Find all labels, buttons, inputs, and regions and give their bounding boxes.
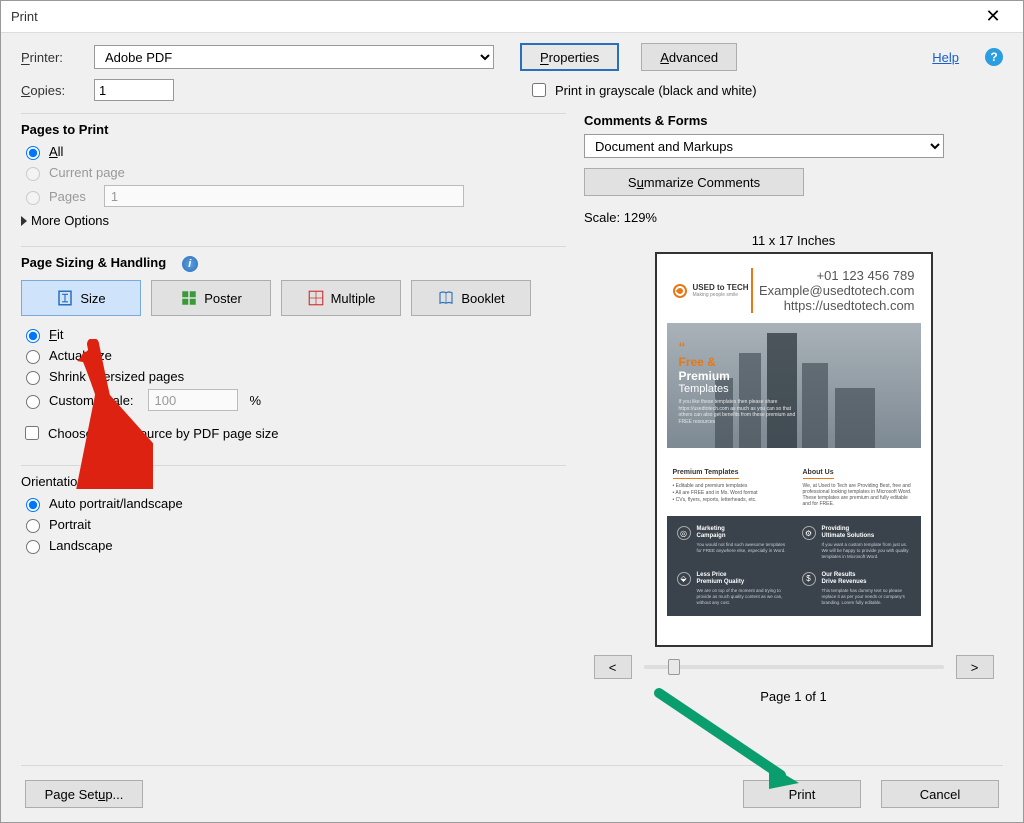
radio-shrink[interactable] bbox=[26, 371, 40, 385]
size-icon bbox=[56, 289, 74, 307]
radio-actual-label: Actual size bbox=[49, 348, 112, 363]
paper-source-label: Choose paper source by PDF page size bbox=[48, 426, 279, 441]
zoom-slider[interactable] bbox=[644, 665, 944, 669]
radio-pages bbox=[26, 191, 40, 205]
pages-input bbox=[104, 185, 464, 207]
copies-label: Copies: bbox=[21, 83, 86, 98]
radio-auto-label: Auto portrait/landscape bbox=[49, 496, 183, 511]
print-dialog: Print ✕ Printer: Adobe PDF Properties Ad… bbox=[0, 0, 1024, 823]
booklet-icon bbox=[437, 289, 455, 307]
radio-landscape-label: Landscape bbox=[49, 538, 113, 553]
help-icon[interactable]: ? bbox=[985, 48, 1003, 66]
cancel-button[interactable]: Cancel bbox=[881, 780, 999, 808]
logo-icon bbox=[673, 284, 687, 298]
booklet-button[interactable]: Booklet bbox=[411, 280, 531, 316]
close-icon[interactable]: ✕ bbox=[973, 6, 1013, 27]
comments-title: Comments & Forms bbox=[584, 113, 1003, 128]
contact-block: +01 123 456 789 Example@usedtotech.com h… bbox=[751, 268, 915, 313]
target-icon: ◎ bbox=[677, 526, 691, 540]
radio-landscape[interactable] bbox=[26, 540, 40, 554]
grayscale-checkbox[interactable] bbox=[532, 83, 546, 97]
multiple-button[interactable]: Multiple bbox=[281, 280, 401, 316]
prev-page-button[interactable]: < bbox=[594, 655, 632, 679]
gear-icon: ⚙ bbox=[802, 526, 816, 540]
print-button[interactable]: Print bbox=[743, 780, 861, 808]
print-preview: USED to TECH Making people smile +01 123… bbox=[655, 252, 933, 647]
info-icon[interactable]: i bbox=[182, 256, 198, 272]
size-button[interactable]: Size bbox=[21, 280, 141, 316]
chevron-right-icon bbox=[21, 216, 27, 226]
custom-scale-input bbox=[148, 389, 238, 411]
radio-fit-label: Fit bbox=[49, 327, 63, 342]
radio-shrink-label: Shrink oversized pages bbox=[49, 369, 184, 384]
radio-fit[interactable] bbox=[26, 329, 40, 343]
radio-pages-label: Pages bbox=[49, 189, 86, 204]
multiple-icon bbox=[307, 289, 325, 307]
radio-current bbox=[26, 167, 40, 181]
page-indicator: Page 1 of 1 bbox=[760, 689, 827, 704]
radio-portrait[interactable] bbox=[26, 519, 40, 533]
titlebar: Print ✕ bbox=[1, 1, 1023, 33]
more-options[interactable]: More Options bbox=[21, 213, 566, 228]
comments-select[interactable]: Document and Markups bbox=[584, 134, 944, 158]
printer-select[interactable]: Adobe PDF bbox=[94, 45, 494, 69]
radio-portrait-label: Portrait bbox=[49, 517, 91, 532]
radio-current-label: Current page bbox=[49, 165, 125, 180]
radio-actual[interactable] bbox=[26, 350, 40, 364]
radio-custom[interactable] bbox=[26, 395, 40, 409]
printer-label: Printer: bbox=[21, 50, 86, 65]
dollar-icon: $ bbox=[802, 572, 816, 586]
advanced-button[interactable]: Advanced bbox=[641, 43, 737, 71]
summarize-button[interactable]: Summarize Comments bbox=[584, 168, 804, 196]
tag-icon: ⬙ bbox=[677, 572, 691, 586]
window-title: Print bbox=[11, 9, 973, 24]
paper-source-checkbox[interactable] bbox=[25, 426, 39, 440]
sizing-title: Page Sizing & Handling i bbox=[21, 255, 566, 272]
percent-label: % bbox=[250, 393, 262, 408]
scale-label: Scale: 129% bbox=[584, 210, 1003, 225]
poster-button[interactable]: Poster bbox=[151, 280, 271, 316]
grayscale-label: Print in grayscale (black and white) bbox=[555, 83, 757, 98]
dimensions-label: 11 x 17 Inches bbox=[752, 233, 836, 248]
help-link[interactable]: Help bbox=[932, 50, 959, 65]
page-setup-button[interactable]: Page Setup... bbox=[25, 780, 143, 808]
poster-icon bbox=[180, 289, 198, 307]
radio-all[interactable] bbox=[26, 146, 40, 160]
radio-custom-label: Custom Scale: bbox=[49, 393, 134, 408]
next-page-button[interactable]: > bbox=[956, 655, 994, 679]
properties-button[interactable]: Properties bbox=[520, 43, 619, 71]
radio-auto-orient[interactable] bbox=[26, 498, 40, 512]
copies-input[interactable] bbox=[94, 79, 174, 101]
pages-to-print-title: Pages to Print bbox=[21, 122, 566, 137]
radio-all-label: All bbox=[49, 144, 63, 159]
orientation-title: Orientation: bbox=[21, 474, 566, 489]
